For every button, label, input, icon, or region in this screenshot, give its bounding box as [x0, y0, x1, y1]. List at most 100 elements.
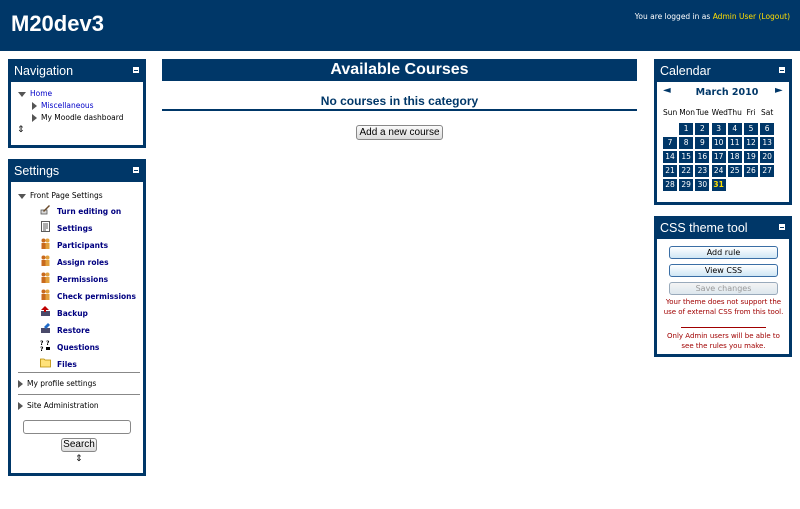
navigation-header: Navigation — [11, 62, 143, 82]
calendar-day[interactable]: 26 — [744, 165, 758, 177]
calendar-day[interactable]: 13 — [760, 137, 775, 149]
calendar-day[interactable]: 10 — [711, 137, 726, 149]
add-course-button[interactable]: Add a new course — [356, 125, 443, 140]
css-tool-header: CSS theme tool — [657, 219, 789, 239]
css-tool-title: CSS theme tool — [660, 221, 748, 235]
site-administration[interactable]: Site Administration — [18, 401, 99, 410]
calendar-day[interactable]: 16 — [695, 151, 710, 163]
main-divider — [162, 109, 637, 111]
login-prefix: You are logged in as — [634, 12, 713, 21]
calendar-day[interactable]: 5 — [744, 123, 758, 135]
front-page-settings[interactable]: Front Page Settings — [18, 191, 103, 200]
navigation-title: Navigation — [14, 64, 74, 78]
calendar-day[interactable]: 19 — [744, 151, 758, 163]
calendar-body: ◄ March 2010 ► Sun Mon Tue Wed Thu Fri Sat 123… — [657, 82, 789, 202]
nav-misc-label[interactable]: Miscellaneous — [41, 101, 94, 110]
check-permissions-icon — [41, 289, 50, 300]
calendar-day[interactable]: 25 — [727, 165, 742, 177]
calendar-day[interactable]: 6 — [760, 123, 775, 135]
settings-header: Settings — [11, 162, 143, 182]
css-support-message: Your theme does not support the use of e… — [663, 298, 784, 316]
calendar-header: Calendar — [657, 62, 789, 82]
permissions-icon — [41, 272, 50, 283]
calendar-weekday: Sat — [761, 108, 774, 117]
separator — [18, 372, 140, 373]
logout-link[interactable]: (Logout) — [758, 12, 790, 21]
calendar-weekday: Mon — [679, 108, 696, 117]
user-link[interactable]: Admin User — [713, 12, 756, 21]
collapse-icon[interactable] — [778, 223, 786, 231]
calendar-day[interactable]: 21 — [663, 165, 677, 177]
site-administration-label[interactable]: Site Administration — [27, 401, 99, 410]
roles-icon — [41, 255, 50, 266]
calendar-weekday: Sun — [663, 108, 678, 117]
calendar-day[interactable]: 20 — [760, 151, 775, 163]
calendar-day[interactable]: 3 — [711, 123, 726, 135]
collapsed-arrow-icon — [18, 380, 23, 388]
next-month-icon[interactable]: ► — [775, 85, 783, 96]
edit-icon — [40, 205, 50, 215]
calendar-day[interactable]: 12 — [744, 137, 758, 149]
calendar-day[interactable]: 30 — [695, 179, 710, 191]
calendar-day[interactable]: 24 — [711, 165, 726, 177]
calendar-day[interactable]: 1 — [679, 123, 694, 135]
calendar-day[interactable]: 9 — [695, 137, 710, 149]
my-profile-settings-label[interactable]: My profile settings — [27, 379, 96, 388]
css-admin-message: Only Admin users will be able to see the… — [667, 332, 780, 350]
nav-item-miscellaneous[interactable]: Miscellaneous — [32, 101, 94, 110]
calendar-day[interactable]: 15 — [679, 151, 694, 163]
calendar-weekday: Thu — [727, 108, 742, 117]
collapse-icon[interactable] — [132, 66, 140, 74]
calendar-day[interactable]: 18 — [727, 151, 742, 163]
nav-home-label[interactable]: Home — [30, 89, 52, 98]
calendar-day[interactable]: 11 — [727, 137, 742, 149]
nav-item-dashboard[interactable]: My Moodle dashboard — [32, 113, 123, 122]
calendar-day[interactable]: 7 — [663, 137, 677, 149]
page-title: Available Courses — [330, 61, 469, 78]
calendar-weekday: Tue — [695, 108, 709, 117]
collapsed-arrow-icon — [18, 402, 23, 410]
collapse-icon[interactable] — [778, 66, 786, 74]
calendar-weekday: Wed — [711, 108, 728, 117]
my-profile-settings[interactable]: My profile settings — [18, 379, 96, 388]
page-header: M20dev3 You are logged in as Admin User … — [0, 0, 800, 51]
collapsed-arrow-icon — [32, 114, 37, 122]
view-css-button[interactable]: View CSS — [669, 264, 778, 277]
save-changes-button[interactable]: Save changes — [669, 282, 778, 295]
calendar-day[interactable]: 31 — [711, 179, 726, 191]
calendar-weekday: Fri — [746, 108, 756, 117]
svg-text:?: ? — [46, 340, 50, 347]
settings-block: Settings Front Page Settings Turn editin… — [8, 159, 146, 476]
nav-item-home[interactable]: Home — [18, 89, 52, 98]
settings-title: Settings — [14, 164, 60, 178]
calendar-day[interactable]: 2 — [695, 123, 710, 135]
calendar-day[interactable]: 4 — [727, 123, 742, 135]
calendar-day[interactable]: 14 — [663, 151, 677, 163]
move-icon[interactable]: ⇕ — [17, 125, 25, 135]
questions-icon: ??? — [40, 340, 50, 351]
restore-icon — [41, 323, 50, 333]
login-info: You are logged in as Admin User (Logout) — [635, 12, 790, 21]
expanded-arrow-icon — [18, 91, 26, 97]
collapse-icon[interactable] — [132, 166, 140, 174]
calendar-day[interactable]: 28 — [663, 179, 677, 191]
separator — [18, 394, 140, 395]
calendar-day[interactable]: 17 — [711, 151, 726, 163]
calendar-day[interactable]: 29 — [679, 179, 694, 191]
front-page-settings-label[interactable]: Front Page Settings — [30, 191, 103, 200]
add-rule-button[interactable]: Add rule — [669, 246, 778, 259]
search-input[interactable] — [23, 420, 131, 434]
calendar-block: Calendar ◄ March 2010 ► Sun Mon Tue Wed Thu F… — [654, 59, 792, 205]
calendar-day[interactable]: 22 — [679, 165, 694, 177]
expanded-arrow-icon — [18, 193, 26, 199]
settings-icon — [41, 221, 50, 232]
site-title[interactable]: M20dev3 — [11, 11, 104, 37]
move-icon[interactable]: ⇕ — [75, 454, 83, 464]
search-button[interactable]: Search — [61, 438, 97, 452]
calendar-day[interactable]: 27 — [760, 165, 775, 177]
css-theme-tool-block: CSS theme tool Add rule View CSS Save ch… — [654, 216, 792, 357]
calendar-title: Calendar — [660, 64, 711, 78]
calendar-day[interactable]: 8 — [679, 137, 694, 149]
calendar-day[interactable]: 23 — [695, 165, 710, 177]
nav-dashboard-label[interactable]: My Moodle dashboard — [41, 113, 123, 122]
